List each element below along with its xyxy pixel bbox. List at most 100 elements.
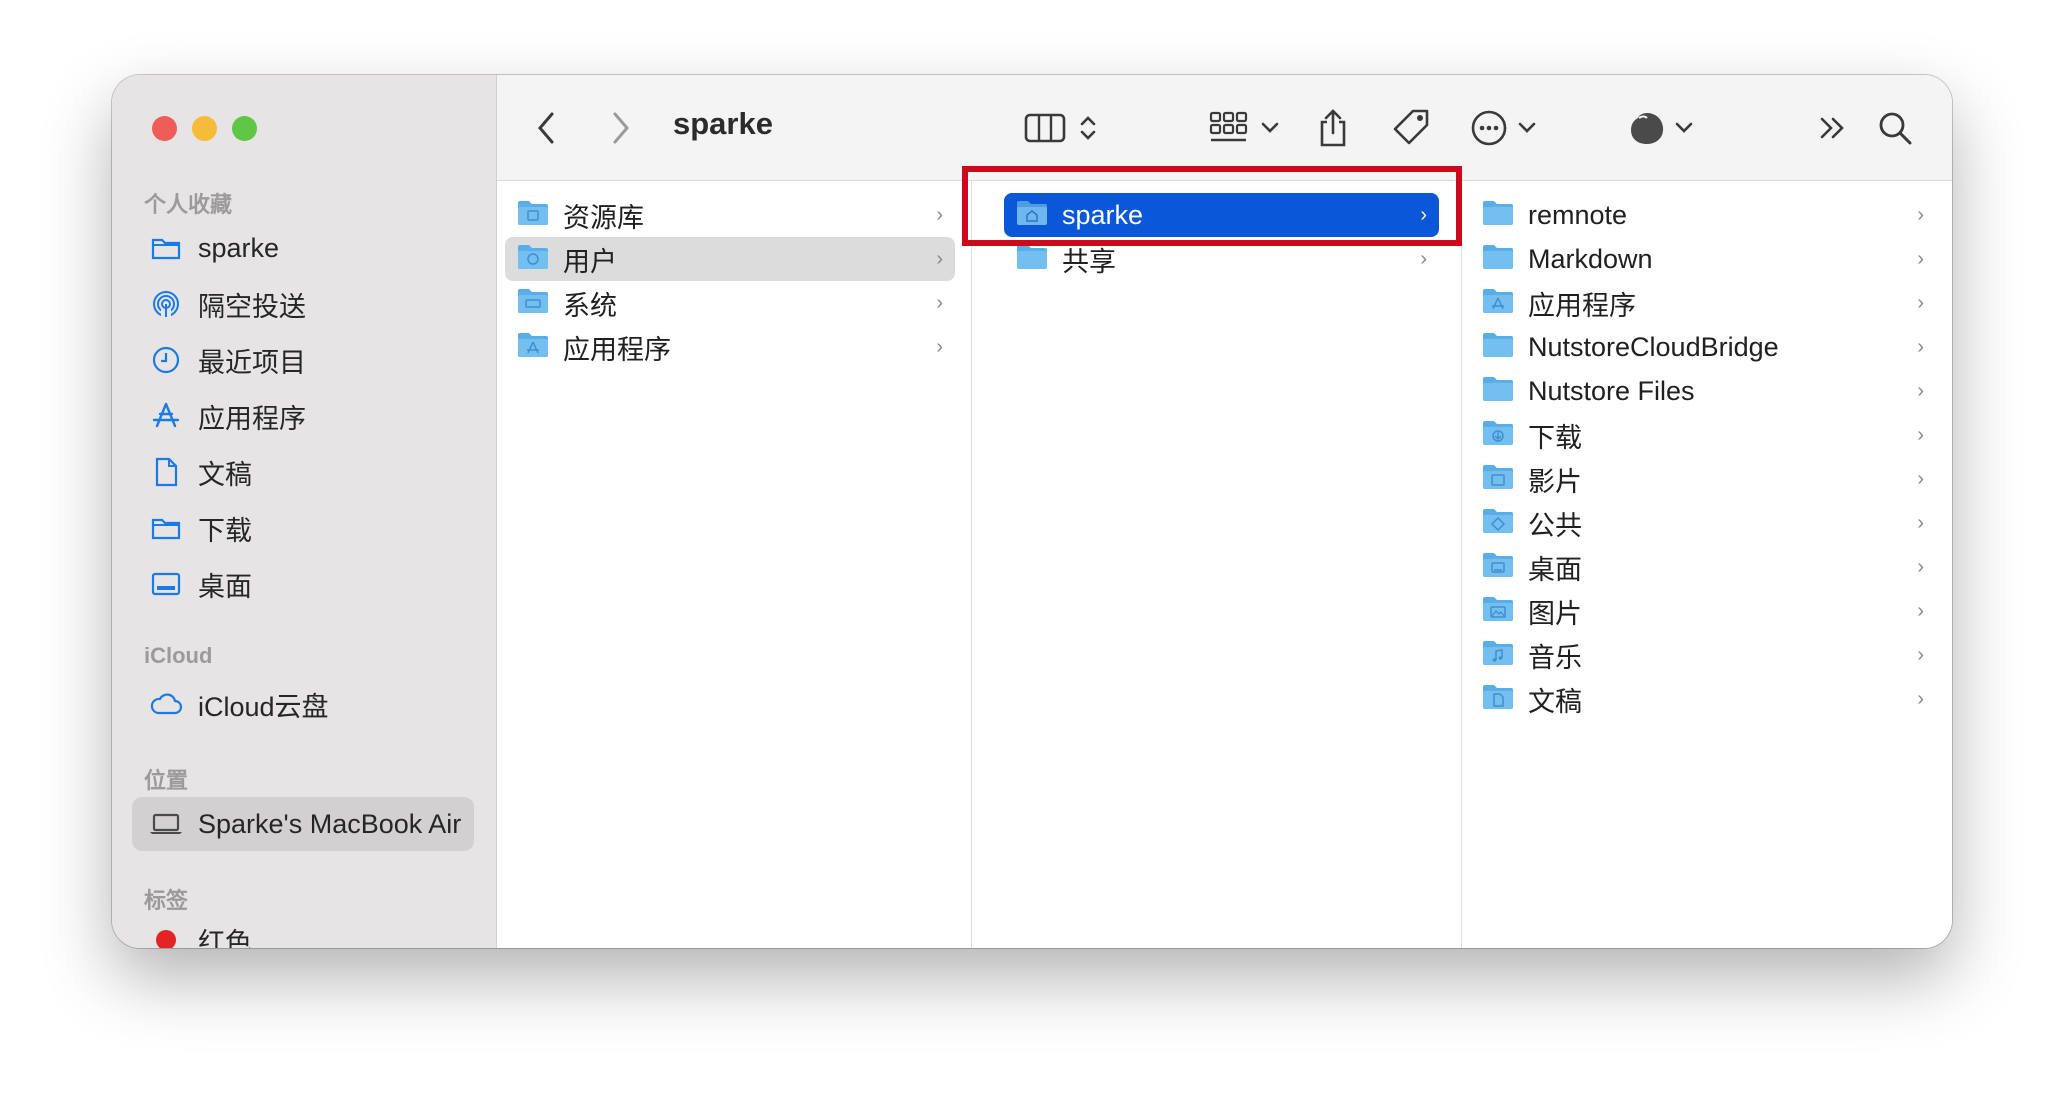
airdrop-icon: [146, 289, 186, 319]
sidebar-item-label: 下载: [198, 515, 252, 546]
chevron-right-icon: ›: [1917, 555, 1924, 578]
home-folder-icon: [1016, 200, 1048, 231]
folder-icon: [1482, 200, 1514, 231]
search-button[interactable]: [1877, 105, 1913, 151]
chevron-right-icon: ›: [1917, 247, 1924, 270]
chevron-right-icon: ›: [1917, 599, 1924, 622]
item-label: sparke: [1062, 199, 1144, 230]
chevron-right-icon: ›: [1917, 423, 1924, 446]
icloud-header: iCloud: [144, 643, 213, 668]
favorites-header: 个人收藏: [144, 192, 233, 217]
toolbar: sparke: [497, 75, 1952, 181]
extension-button[interactable]: [1627, 105, 1695, 151]
chevron-updown-icon: [1080, 116, 1096, 140]
folder-icon: [1482, 376, 1514, 407]
list-item[interactable]: 下载 ›: [1470, 413, 1936, 457]
folder-icon: [517, 288, 549, 319]
list-item[interactable]: 桌面 ›: [1470, 545, 1936, 589]
action-button[interactable]: [1470, 105, 1538, 151]
public-folder-icon: [1482, 508, 1514, 539]
list-item[interactable]: NutstoreCloudBridge ›: [1470, 325, 1936, 369]
minimize-button[interactable]: [192, 116, 217, 141]
list-item[interactable]: 用户 ›: [505, 237, 955, 281]
sidebar-item-tag-red[interactable]: 红色: [132, 913, 474, 948]
music-folder-icon: [1482, 640, 1514, 671]
item-label: Nutstore Files: [1528, 375, 1695, 406]
folder-icon: [517, 332, 549, 363]
sidebar-item-label: sparke: [198, 232, 280, 263]
list-item[interactable]: 应用程序 ›: [505, 325, 955, 369]
folder-icon: [517, 244, 549, 275]
sidebar-item-macbook[interactable]: Sparke's MacBook Air: [132, 797, 474, 851]
sidebar-item-sparke[interactable]: sparke: [132, 221, 474, 275]
item-label: 音乐: [1528, 642, 1582, 673]
downloads-folder-icon: [1482, 420, 1514, 451]
tags-header: 标签: [144, 888, 189, 913]
list-item[interactable]: sparke ›: [1004, 193, 1439, 237]
sidebar-item-recents[interactable]: 最近项目: [132, 333, 474, 387]
list-item[interactable]: remnote ›: [1470, 193, 1936, 237]
sidebar-item-downloads[interactable]: 下载: [132, 501, 474, 555]
columns-view-icon: [1024, 113, 1066, 143]
chevron-right-icon: ›: [1917, 511, 1924, 534]
tag-button[interactable]: [1392, 105, 1432, 151]
share-button[interactable]: [1317, 105, 1349, 151]
sidebar-item-desktop[interactable]: 桌面: [132, 557, 474, 611]
window-title: sparke: [673, 106, 773, 141]
chevron-right-icon: ›: [1917, 643, 1924, 666]
column-2: sparke › 共享 ›: [972, 181, 1462, 948]
finder-window: 个人收藏 sparke 隔空投送 最近项目 应用程序 文稿 下载 桌面 iClo…: [112, 75, 1952, 948]
chevron-down-icon: [1518, 122, 1536, 133]
list-item[interactable]: Nutstore Files ›: [1470, 369, 1936, 413]
view-mode-button[interactable]: [1024, 105, 1100, 151]
list-item[interactable]: 文稿 ›: [1470, 677, 1936, 721]
search-icon: [1879, 112, 1912, 145]
group-button[interactable]: [1209, 105, 1281, 151]
sidebar-item-label: Sparke's MacBook Air: [198, 808, 462, 839]
list-item[interactable]: 共享 ›: [1004, 237, 1439, 281]
item-label: remnote: [1528, 199, 1628, 230]
close-button[interactable]: [152, 116, 177, 141]
list-item[interactable]: 公共 ›: [1470, 501, 1936, 545]
desktop-folder-icon: [1482, 552, 1514, 583]
forward-button[interactable]: [610, 105, 632, 151]
sidebar-item-label: 最近项目: [198, 347, 306, 378]
item-label: 应用程序: [1528, 290, 1636, 321]
desktop-icon: [146, 569, 186, 599]
share-icon: [1320, 109, 1346, 147]
pictures-folder-icon: [1482, 596, 1514, 627]
sidebar-item-icloud-drive[interactable]: iCloud云盘: [132, 677, 474, 731]
clock-icon: [146, 345, 186, 375]
chevron-left-icon: [538, 112, 554, 144]
document-icon: [146, 457, 186, 487]
sidebar-item-label: iCloud云盘: [198, 691, 329, 722]
item-label: 图片: [1528, 598, 1582, 629]
list-item[interactable]: 图片 ›: [1470, 589, 1936, 633]
item-label: 文稿: [1528, 686, 1582, 717]
item-label: 共享: [1062, 246, 1116, 277]
list-item[interactable]: 应用程序 ›: [1470, 281, 1936, 325]
list-item[interactable]: Markdown ›: [1470, 237, 1936, 281]
list-item[interactable]: 影片 ›: [1470, 457, 1936, 501]
zoom-button[interactable]: [232, 116, 257, 141]
sidebar-item-airdrop[interactable]: 隔空投送: [132, 277, 474, 331]
tag-icon: [1393, 109, 1429, 145]
list-item[interactable]: 音乐 ›: [1470, 633, 1936, 677]
folder-icon: [1482, 332, 1514, 363]
list-item[interactable]: 资源库 ›: [505, 193, 955, 237]
chevron-right-icon: ›: [936, 291, 943, 314]
back-button[interactable]: [535, 105, 557, 151]
sidebar-item-documents[interactable]: 文稿: [132, 445, 474, 499]
chevron-right-icon: ›: [1917, 687, 1924, 710]
folder-icon: [517, 200, 549, 231]
list-item[interactable]: 系统 ›: [505, 281, 955, 325]
sidebar-item-label: 红色: [198, 927, 252, 949]
toolbar-overflow-button[interactable]: [1817, 105, 1849, 151]
column-1: 资源库 › 用户 › 系统 › 应用程序 ›: [497, 181, 972, 948]
sidebar-item-applications[interactable]: 应用程序: [132, 389, 474, 443]
column-3: remnote › Markdown › 应用程序 › NutstoreClou…: [1462, 181, 1952, 948]
sidebar-item-label: 桌面: [198, 571, 252, 602]
documents-folder-icon: [1482, 684, 1514, 715]
folder-icon: [146, 233, 186, 263]
chevron-right-icon: ›: [1420, 203, 1427, 226]
